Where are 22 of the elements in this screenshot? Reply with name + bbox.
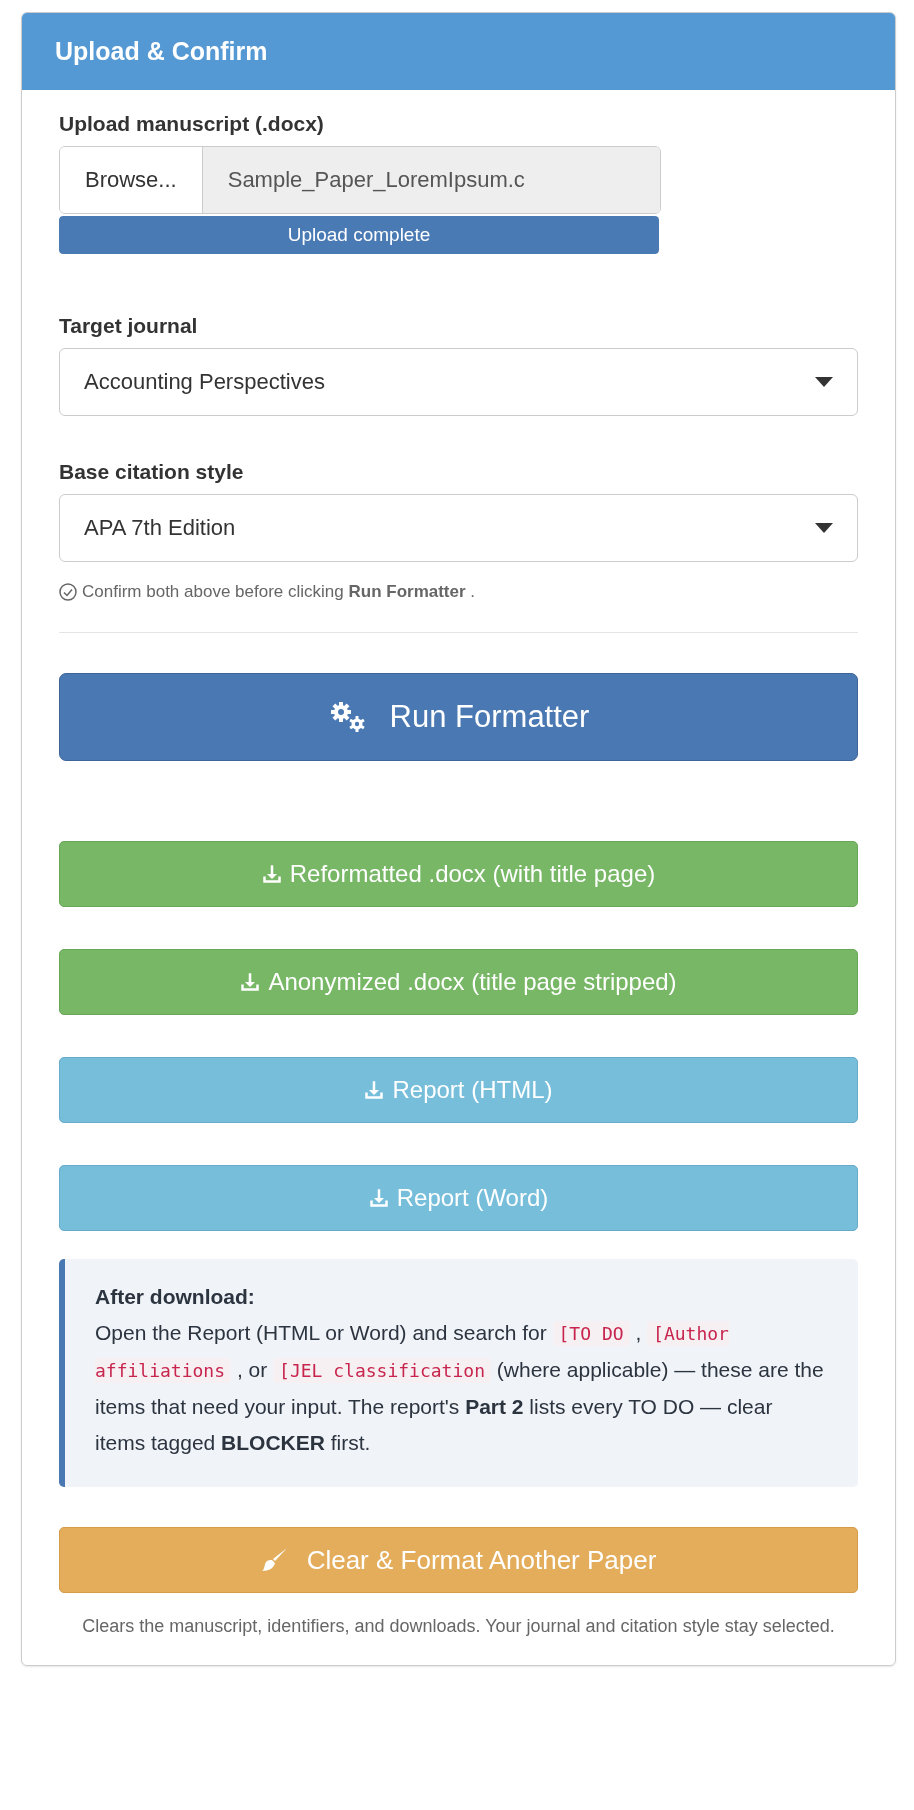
download-button[interactable]: Reformatted .docx (with title page) xyxy=(59,841,858,907)
field-label: Target journal xyxy=(59,314,199,338)
run-formatter-button[interactable]: Run Formatter xyxy=(59,673,858,761)
instructions-text: Open the Report (HTML or Word) and search for [TO DO , [Author affiliations , or [JEL classification (where applicable) — these are the items that need your input. The report's Part 2 lists every TO DO — clear items tagged BLOCKER first. xyxy=(95,1320,825,1456)
download-button[interactable]: Anonymized .docx (title page stripped) xyxy=(59,949,858,1015)
footnote-text: Clears the manuscript, identifiers, and downloads. Your journal and citation style stay selected. xyxy=(81,1615,836,1638)
caret-icon xyxy=(815,377,833,387)
download-icon xyxy=(368,1188,389,1208)
callout-title: After download: xyxy=(95,1284,256,1310)
field-label: Upload manuscript (.docx) xyxy=(59,112,325,136)
download-icon xyxy=(240,972,261,992)
field-label: Base citation style xyxy=(59,460,245,484)
caret-icon xyxy=(815,523,833,533)
progress-fill: Upload complete xyxy=(59,216,659,254)
download-icon xyxy=(261,864,282,884)
paintbrush-icon xyxy=(260,1546,289,1574)
hint-text: Confirm both above before clicking Run Formatter . xyxy=(82,582,476,602)
select-field[interactable]: Accounting Perspectives xyxy=(59,348,858,416)
panel-title: Upload & Confirm xyxy=(22,13,895,90)
select-field[interactable]: APA 7th Edition xyxy=(59,494,858,562)
check-circle-icon xyxy=(59,583,77,601)
download-icon xyxy=(364,1080,385,1100)
